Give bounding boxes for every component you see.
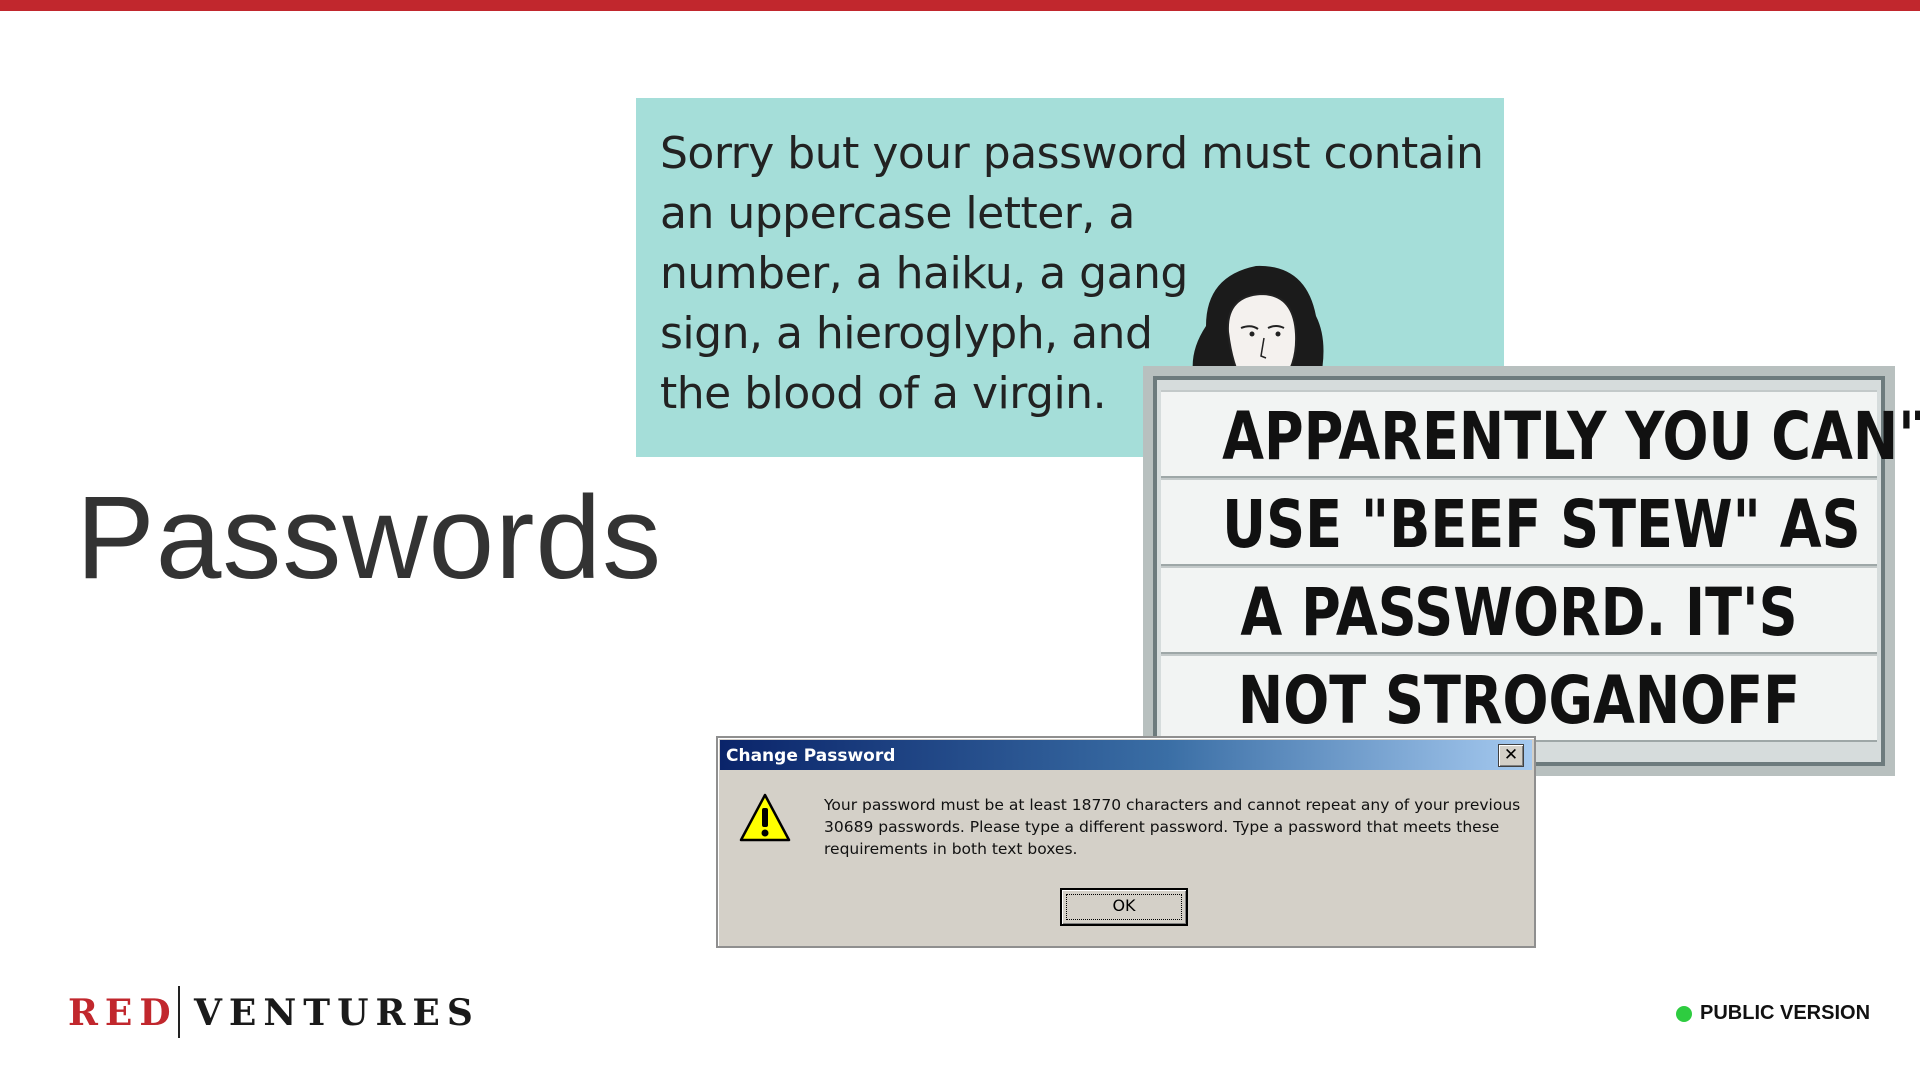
sign-line: APPARENTLY YOU CAN'T xyxy=(1222,398,1920,475)
close-button[interactable]: ✕ xyxy=(1498,744,1524,767)
logo-black-text: VENTURES xyxy=(194,992,480,1034)
status-dot-icon xyxy=(1676,1006,1692,1022)
logo-red-text: RED xyxy=(68,992,178,1034)
top-accent-bar xyxy=(0,0,1920,11)
dialog-titlebar: Change Password ✕ xyxy=(720,740,1532,770)
ok-button-label: OK xyxy=(1066,894,1182,920)
sign-line: USE "BEEF STEW" AS xyxy=(1222,486,1861,563)
dialog-title: Change Password xyxy=(726,746,896,766)
ok-button[interactable]: OK xyxy=(1060,888,1188,926)
change-password-dialog: Change Password ✕ Your password must be … xyxy=(716,736,1536,948)
marquee-sign-photo: APPARENTLY YOU CAN'T USE "BEEF STEW" AS … xyxy=(1143,366,1920,776)
dialog-message: Your password must be at least 18770 cha… xyxy=(824,796,1521,858)
close-icon: ✕ xyxy=(1503,745,1519,765)
logo-divider xyxy=(178,986,180,1038)
sign-line: A PASSWORD. IT'S xyxy=(1240,574,1798,651)
sign-frame: APPARENTLY YOU CAN'T USE "BEEF STEW" AS … xyxy=(1153,376,1920,766)
sign-line: NOT STROGANOFF xyxy=(1237,662,1801,739)
warning-icon xyxy=(739,793,791,842)
public-version-label: PUBLIC VERSION xyxy=(1700,1002,1871,1024)
slide-title: Passwords xyxy=(76,472,663,604)
